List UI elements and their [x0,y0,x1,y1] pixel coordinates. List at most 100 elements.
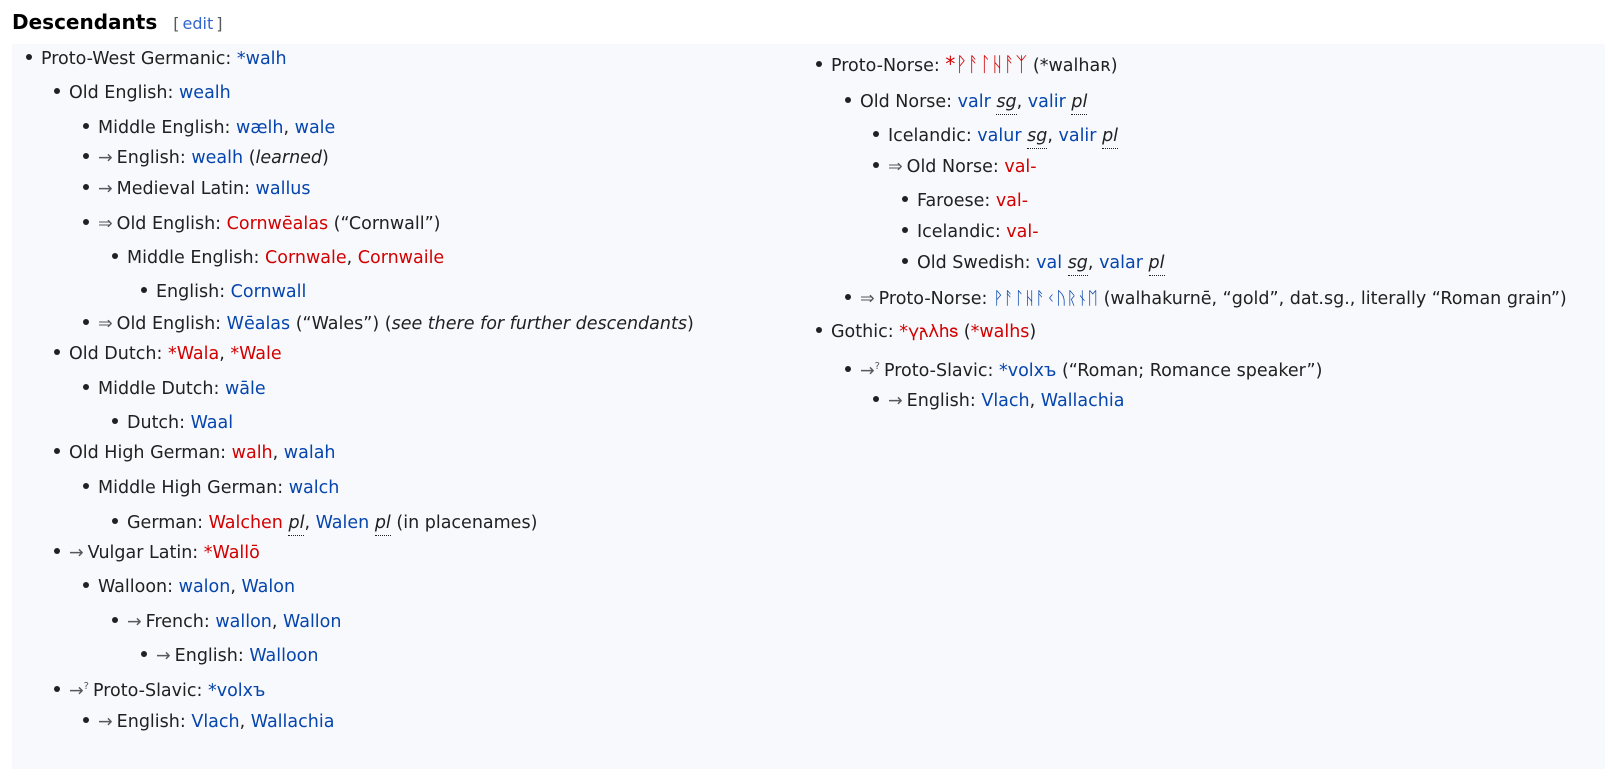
language-label: Walloon: [98,577,174,597]
borrowed-arrow-icon: → [888,391,903,411]
term-link[interactable]: valr [958,90,991,114]
term-link[interactable]: Walon [241,575,295,599]
edit-link[interactable]: edit [180,14,217,33]
number-abbr: pl [1102,124,1119,149]
term-link[interactable]: *volxъ [208,679,265,703]
language-label: German: [127,513,203,533]
language-label: Old Norse: [860,92,953,112]
gloss: (“Cornwall”) [333,214,441,234]
list-item: Gothic: *𐍅𐌰𐌻𐌷𐍃 (*walhs) [816,320,1036,344]
term-link[interactable]: *ᚹᚨᛚᚺᚨᛉ [945,52,1027,76]
term-link[interactable]: walch [289,476,340,500]
language-label: Faroese: [917,191,991,211]
term-link[interactable]: Waal [191,411,234,435]
number-abbr: sg [1067,251,1088,276]
bullet [873,162,879,168]
list-item: English: Cornwall [141,280,306,304]
bullet [112,617,118,623]
language-label: French: [145,612,210,632]
list-item: Middle English: Cornwale, Cornwaile [112,246,444,270]
list-item: Old High German: walh, walah [54,441,336,465]
uncertain-mark: ? [874,361,880,372]
list-item: → Vulgar Latin: *Wallō [54,541,260,565]
number-abbr: sg [1027,124,1048,149]
term-link[interactable]: wealh [179,81,231,105]
bullet [141,651,147,657]
term-link[interactable]: Walloon [249,644,318,668]
term-link[interactable]: wāle [225,377,266,401]
term-link[interactable]: *walhs [971,320,1030,344]
term-link[interactable]: *𐍅𐌰𐌻𐌷𐍃 [899,320,958,344]
language-label: Old English: [116,214,222,234]
term-link[interactable]: Walchen [209,511,283,535]
note-close: ) [322,148,329,168]
bullet [845,97,851,103]
bullet [54,685,60,692]
bullet [902,258,908,264]
term-link[interactable]: wealh [191,146,243,170]
term-link[interactable]: Cornwall [231,280,307,304]
bullet [816,327,822,333]
list-item: German: Walchen pl, Walen pl (in placena… [112,511,537,536]
term-link[interactable]: walh [232,441,273,465]
term-link[interactable]: wallon [215,610,272,634]
term-link[interactable]: valir [1058,124,1096,148]
term-link[interactable]: ᚹᚨᛚᚺᚨᚲᚢᚱᚾᛖ [993,287,1098,311]
term-link[interactable]: wælh [236,116,283,140]
term-link[interactable]: valir [1028,90,1066,114]
list-item: → English: Vlach, Wallachia [873,389,1124,413]
gloss: (“Roman; Romance speaker”) [1061,360,1323,381]
term-link[interactable]: *walh [237,47,287,71]
term-link[interactable]: Wallachia [1041,389,1125,413]
language-label: Proto-Norse: [878,289,988,309]
language-label: Proto-Slavic: [883,360,994,381]
term-link[interactable]: Walen [316,511,370,535]
language-label: Proto-Norse: [831,56,940,76]
term-link[interactable]: val- [1006,220,1038,244]
term-link[interactable]: Vlach [191,710,239,734]
language-label: English: [174,646,244,666]
gloss: (walhakurnē, “gold”, dat.sg., literally … [1103,289,1567,309]
language-label: Old Dutch: [69,344,163,364]
list-item: Old Swedish: val sg, valar pl [902,251,1165,276]
term-link[interactable]: *Wala [168,342,219,366]
note-open: ( [248,148,256,168]
term-link[interactable]: wale [295,116,336,140]
arrow-glyph: → [860,360,875,381]
term-link[interactable]: val [1036,251,1062,275]
term-link[interactable]: Cornwēalas [227,212,328,236]
term-link[interactable]: *volxъ [999,359,1056,383]
bullet [83,319,89,325]
bullet [54,448,60,454]
list-item: Proto-Norse: *ᚹᚨᛚᚺᚨᛉ (*walhaʀ) [816,52,1118,78]
list-item: Middle High German: walch [83,476,339,500]
bullet [845,365,851,372]
term-link[interactable]: walah [284,441,336,465]
bullet [112,418,118,424]
language-label: Dutch: [127,413,186,433]
bullet [83,582,89,588]
language-label: Old Swedish: [917,253,1031,273]
term-link[interactable]: Cornwaile [358,246,444,270]
term-link[interactable]: *Wale [230,342,281,366]
term-link[interactable]: Cornwale [265,246,347,270]
term-link[interactable]: wallus [256,177,311,201]
borrowed-arrow-icon: → [127,612,142,632]
term-link[interactable]: Vlach [981,389,1029,413]
term-link[interactable]: Wallon [283,610,341,634]
term-link[interactable]: walon [179,575,231,599]
term-link[interactable]: *Wallō [204,541,260,565]
list-item: →? Proto-Slavic: *volxъ [54,675,265,703]
term-link[interactable]: val- [996,189,1028,213]
term-link[interactable]: valur [977,124,1021,148]
term-link[interactable]: valar [1099,251,1143,275]
note-text: see there for further descendants [391,314,687,334]
list-item: Middle Dutch: wāle [83,377,266,401]
term-link[interactable]: Wallachia [251,710,335,734]
language-label: English: [116,148,186,168]
list-item: →? Proto-Slavic: *volxъ (“Roman; Romance… [845,355,1322,383]
derived-arrow-icon: ⇒ [98,214,113,234]
uncertain-borrowed-arrow-icon: →? [860,355,880,383]
term-link[interactable]: Wēalas [227,312,291,336]
term-link[interactable]: val- [1004,155,1036,179]
